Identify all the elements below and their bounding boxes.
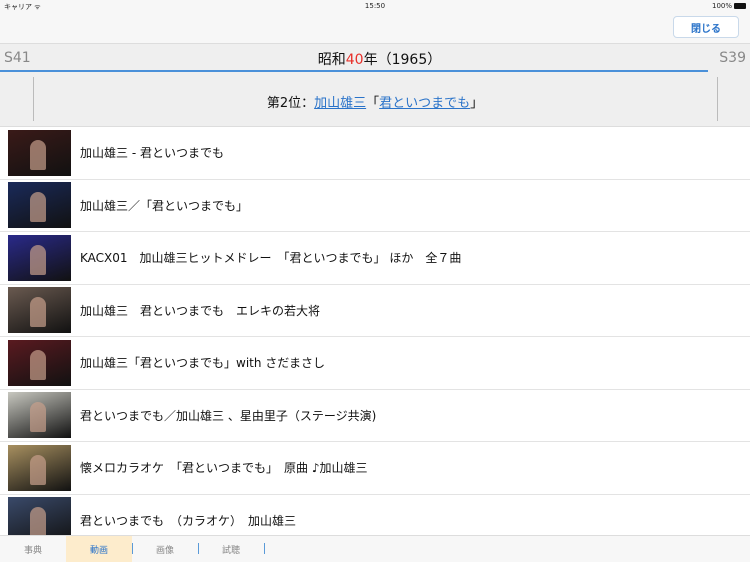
video-row[interactable]: KACX01 加山雄三ヒットメドレー 「君といつまでも」 ほか 全７曲	[0, 232, 750, 285]
video-title: 君といつまでも／加山雄三 、星由里子（ステージ共演)	[80, 408, 377, 423]
video-title: 加山雄三「君といつまでも」with さだまさし	[80, 356, 326, 371]
song-link[interactable]: 君といつまでも	[379, 96, 470, 111]
video-title: 加山雄三／「君といつまでも」	[80, 198, 249, 213]
video-title: 加山雄三 - 君といつまでも	[80, 146, 224, 161]
video-row[interactable]: 加山雄三／「君といつまでも」	[0, 180, 750, 232]
video-title: 加山雄三 君といつまでも エレキの若大将	[80, 303, 321, 318]
rank-label: 第2位：	[266, 96, 315, 111]
battery-percent: 100%	[711, 2, 732, 10]
video-row[interactable]: 加山雄三 - 君といつまでも	[0, 127, 750, 180]
video-thumbnail	[8, 129, 71, 176]
tab-2[interactable]: 画像	[132, 536, 198, 562]
video-title: 懐メロカラオケ 「君といつまでも」 原曲 ♪加山雄三	[80, 461, 368, 476]
video-thumbnail	[8, 392, 71, 439]
status-bar: キャリア ᯤ 15:50 100%	[0, 0, 750, 12]
tab-0[interactable]: 事典	[0, 536, 66, 562]
video-title: KACX01 加山雄三ヒットメドレー 「君といつまでも」 ほか 全７曲	[80, 251, 462, 266]
video-list: 加山雄三 - 君といつまでも加山雄三／「君といつまでも」 KACX01 加山雄三ヒ…	[0, 127, 750, 547]
clock: 15:50	[364, 2, 386, 10]
video-thumbnail	[8, 234, 71, 281]
year-title: 昭和40年（1965）	[9, 49, 750, 69]
quote-open: 「	[366, 96, 380, 111]
tab-1[interactable]: 動画	[66, 536, 132, 562]
tab-3[interactable]: 試聴	[198, 536, 264, 562]
video-row[interactable]: 加山雄三 君といつまでも エレキの若大将	[0, 285, 750, 337]
quote-close: 」	[470, 96, 484, 111]
artist-link[interactable]: 加山雄三	[314, 96, 366, 111]
video-row[interactable]: 懐メロカラオケ 「君といつまでも」 原曲 ♪加山雄三	[0, 442, 750, 495]
rank-header: 第2位：加山雄三「君といつまでも」	[0, 72, 750, 127]
video-row[interactable]: 君といつまでも／加山雄三 、星由里子（ステージ共演)	[0, 390, 750, 442]
video-thumbnail	[8, 287, 71, 334]
video-title: 君といつまでも （カラオケ） 加山雄三	[80, 513, 297, 528]
tab-bar: 事典 動画 画像 試聴	[0, 535, 750, 562]
era: 昭和	[317, 52, 346, 68]
video-thumbnail	[8, 444, 71, 491]
nav-bar: 閉じる	[0, 12, 750, 44]
video-row[interactable]: 加山雄三「君といつまでも」with さだまさし	[0, 337, 750, 390]
close-button[interactable]: 閉じる	[673, 16, 739, 38]
video-thumbnail	[8, 182, 71, 229]
next-year-button[interactable]: S39	[719, 50, 746, 66]
video-thumbnail	[8, 339, 71, 386]
year-suffix: 年（1965）	[363, 52, 442, 68]
year-number: 40	[345, 52, 364, 68]
year-bar: S41 昭和40年（1965） S39	[0, 44, 750, 72]
tab-divider	[264, 543, 265, 554]
battery-icon	[734, 3, 746, 9]
